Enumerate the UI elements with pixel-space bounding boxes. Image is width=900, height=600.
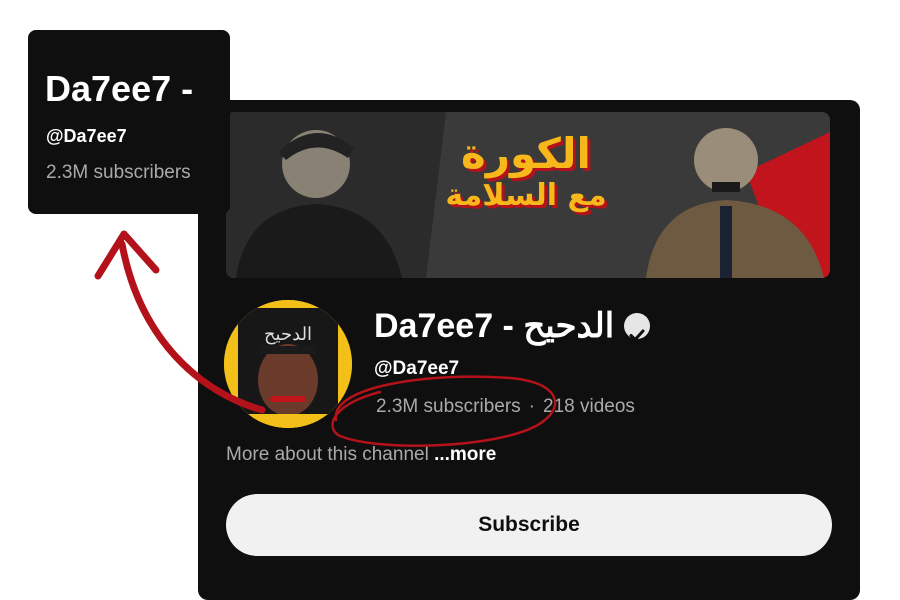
channel-banner: الكورة مع السلامة bbox=[226, 112, 830, 278]
banner-title-line2: مع السلامة bbox=[445, 178, 607, 213]
avatar-label: الدحيح bbox=[263, 324, 313, 345]
banner-title-line1: الكورة bbox=[461, 129, 591, 178]
subscribe-button[interactable]: Subscribe bbox=[226, 494, 832, 556]
stats-separator: · bbox=[528, 396, 535, 417]
channel-handle: @Da7ee7 bbox=[374, 358, 460, 379]
channel-stats: 2.3M subscribers · 218 videos bbox=[376, 396, 635, 418]
channel-description[interactable]: More about this channel ...more bbox=[226, 444, 496, 466]
channel-name-text: Da7ee7 - الدحيح bbox=[374, 307, 615, 346]
subscriber-count: 2.3M subscribers bbox=[376, 396, 521, 417]
avatar-artwork bbox=[224, 300, 352, 428]
channel-name: Da7ee7 - الدحيح bbox=[374, 300, 651, 350]
inset-handle: @Da7ee7 bbox=[46, 126, 127, 146]
more-about-text: More about this channel bbox=[226, 444, 435, 465]
more-link[interactable]: ...more bbox=[434, 444, 496, 465]
banner-title: الكورة مع السلامة bbox=[416, 130, 636, 214]
inset-subscriber-count: 2.3M subscribers bbox=[46, 162, 191, 183]
zoom-inset: Da7ee7 - @Da7ee7 2.3M subscribers bbox=[28, 30, 230, 214]
verified-badge-icon bbox=[624, 313, 651, 342]
inset-channel-name: Da7ee7 - bbox=[45, 68, 194, 109]
video-count: 218 videos bbox=[543, 396, 635, 417]
channel-avatar[interactable]: الدحيح bbox=[224, 300, 352, 428]
channel-card: الكورة مع السلامة الدحيح Da7ee7 - الدحيح… bbox=[198, 100, 860, 600]
